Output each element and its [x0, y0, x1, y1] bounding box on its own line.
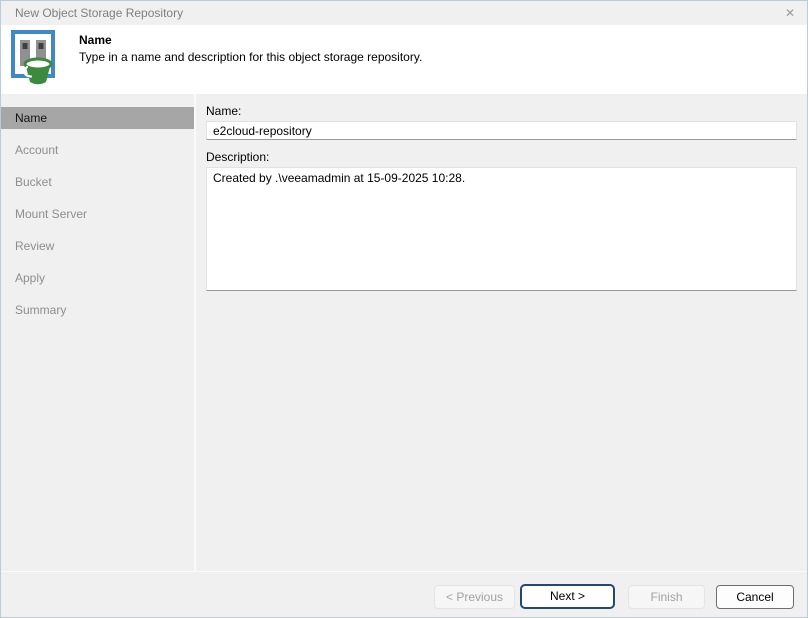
window-title: New Object Storage Repository [15, 1, 183, 25]
name-label: Name: [206, 104, 241, 118]
wizard-header: Name Type in a name and description for … [1, 25, 807, 94]
close-icon[interactable]: ✕ [781, 4, 799, 22]
wizard-window: New Object Storage Repository ✕ Name Typ… [0, 0, 808, 618]
name-input[interactable] [206, 121, 797, 140]
sidebar-item-mount-server[interactable]: Mount Server [1, 203, 194, 225]
object-storage-repository-icon [11, 30, 59, 93]
sidebar-item-apply[interactable]: Apply [1, 267, 194, 289]
step-title: Name [79, 33, 112, 47]
sidebar-item-bucket[interactable]: Bucket [1, 171, 194, 193]
finish-button[interactable]: Finish [628, 585, 705, 609]
sidebar-item-account[interactable]: Account [1, 139, 194, 161]
wizard-steps-sidebar: Name Account Bucket Mount Server Review … [1, 94, 194, 571]
titlebar: New Object Storage Repository ✕ [1, 1, 807, 25]
cancel-button[interactable]: Cancel [716, 585, 794, 609]
previous-button[interactable]: < Previous [434, 585, 515, 609]
step-content: Name: Description: Created by .\veeamadm… [196, 94, 808, 571]
sidebar-item-review[interactable]: Review [1, 235, 194, 257]
wizard-body: Name Account Bucket Mount Server Review … [1, 94, 807, 571]
description-label: Description: [206, 150, 269, 164]
sidebar-item-name[interactable]: Name [1, 107, 194, 129]
next-button[interactable]: Next > [520, 584, 615, 609]
description-input[interactable]: Created by .\veeamadmin at 15-09-2025 10… [206, 167, 797, 291]
sidebar-item-summary[interactable]: Summary [1, 299, 194, 321]
wizard-footer: < Previous Next > Finish Cancel [1, 571, 807, 618]
step-subtitle: Type in a name and description for this … [79, 50, 422, 64]
